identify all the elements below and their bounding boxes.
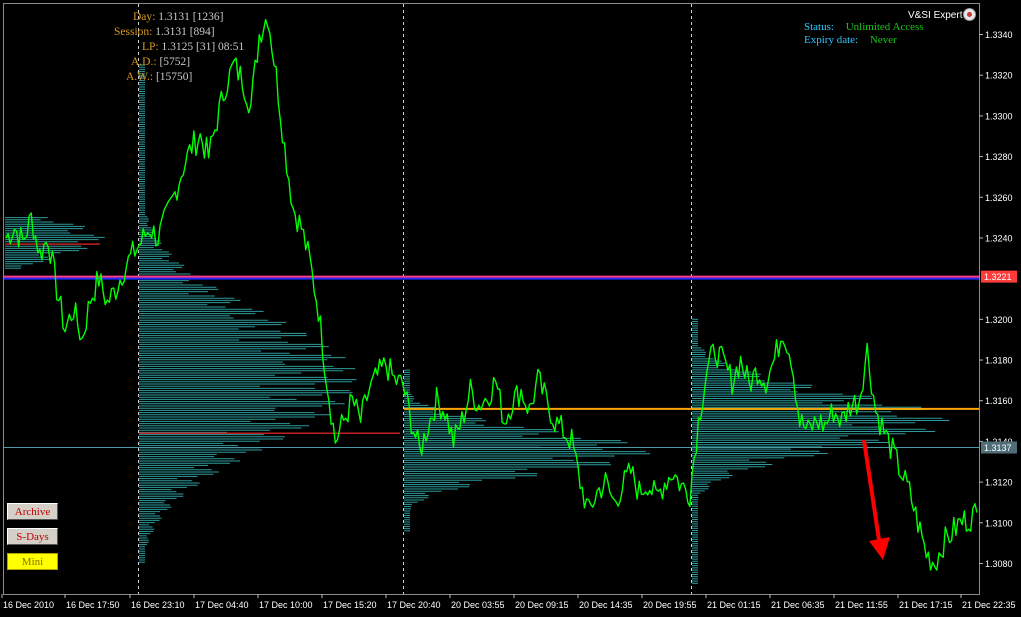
ad-label: A.D.: [131,56,157,68]
session-label: Session: [114,26,153,38]
ad-value: [5752] [159,56,191,68]
day-label: Day: [133,11,156,23]
y-tick-label: 1.3160 [985,396,1013,406]
x-tick-label: 16 Dec 17:50 [66,600,120,610]
session-info: Session: 1.3131 [894] [114,26,215,38]
expiry-line: Expiry date: Never [804,34,897,46]
x-tick-label: 20 Dec 09:15 [515,600,569,610]
day-info: Day: 1.3131 [1236] [133,11,223,23]
expert-name: V&SI Expert [908,10,963,21]
y-tick-label: 1.3320 [985,71,1013,81]
x-tick-label: 21 Dec 17:15 [899,600,953,610]
lp-info: LP: 1.3125 [31] 08:51 [142,41,244,53]
status-label: Status: [804,21,834,33]
sdays-button[interactable]: S-Days [7,528,58,545]
y-tick-label: 1.3340 [985,30,1013,40]
volume-profiles [5,64,950,584]
x-tick-label: 17 Dec 20:40 [387,600,441,610]
x-tick-label: 21 Dec 22:35 [962,600,1016,610]
y-tick-label: 1.3300 [985,111,1013,121]
lp-value: 1.3125 [31] 08:51 [161,41,245,53]
y-tick-label: 1.3280 [985,152,1013,162]
y-tick-label: 1.3100 [985,518,1013,528]
expiry-value: Never [869,34,897,46]
price-label-text: 1.3137 [984,443,1012,453]
x-tick-label: 16 Dec 2010 [3,600,54,610]
x-tick-label: 20 Dec 03:55 [451,600,505,610]
down-arrow-icon [862,439,890,560]
aw-info: A.W.: [15750] [126,71,192,83]
time-axis: 16 Dec 2010 16 Dec 17:50 16 Dec 23:10 17 De… [1,594,1016,610]
x-tick-label: 21 Dec 01:15 [707,600,761,610]
expert-smiley-icon[interactable] [963,8,976,21]
x-tick-label: 21 Dec 06:35 [771,600,825,610]
session-value: 1.3131 [894] [155,26,215,38]
x-tick-label: 17 Dec 10:00 [259,600,313,610]
x-tick-label: 17 Dec 15:20 [323,600,377,610]
price-chart[interactable]: 1.3340 1.3320 1.3300 1.3280 1.3260 1.3240 1.32… [0,0,1021,617]
ad-info: A.D.: [5752] [131,56,190,68]
status-line: Status: Unlimited Access [804,21,924,33]
x-tick-label: 16 Dec 23:10 [131,600,185,610]
lp-label: LP: [142,41,159,53]
chart-frame [3,3,980,595]
aw-value: [15750] [155,71,193,83]
x-tick-label: 20 Dec 14:35 [579,600,633,610]
status-value: Unlimited Access [845,21,924,33]
y-tick-label: 1.3260 [985,193,1013,203]
y-tick-label: 1.3120 [985,478,1013,488]
x-tick-label: 17 Dec 04:40 [195,600,249,610]
x-tick-label: 20 Dec 19:55 [643,600,697,610]
archive-button[interactable]: Archive [7,503,58,520]
aw-label: A.W.: [126,71,154,83]
price-axis: 1.3340 1.3320 1.3300 1.3280 1.3260 1.3240 1.32… [979,30,1017,569]
y-tick-label: 1.3240 [985,233,1013,243]
mini-button[interactable]: Mini [7,553,58,570]
x-tick-label: 21 Dec 11:55 [835,600,888,610]
y-tick-label: 1.3200 [985,315,1013,325]
expiry-label: Expiry date: [804,34,859,46]
y-tick-label: 1.3080 [985,559,1013,569]
y-tick-label: 1.3180 [985,356,1013,366]
price-label-text: 1.3221 [984,272,1012,282]
day-value: 1.3131 [1236] [158,11,224,23]
